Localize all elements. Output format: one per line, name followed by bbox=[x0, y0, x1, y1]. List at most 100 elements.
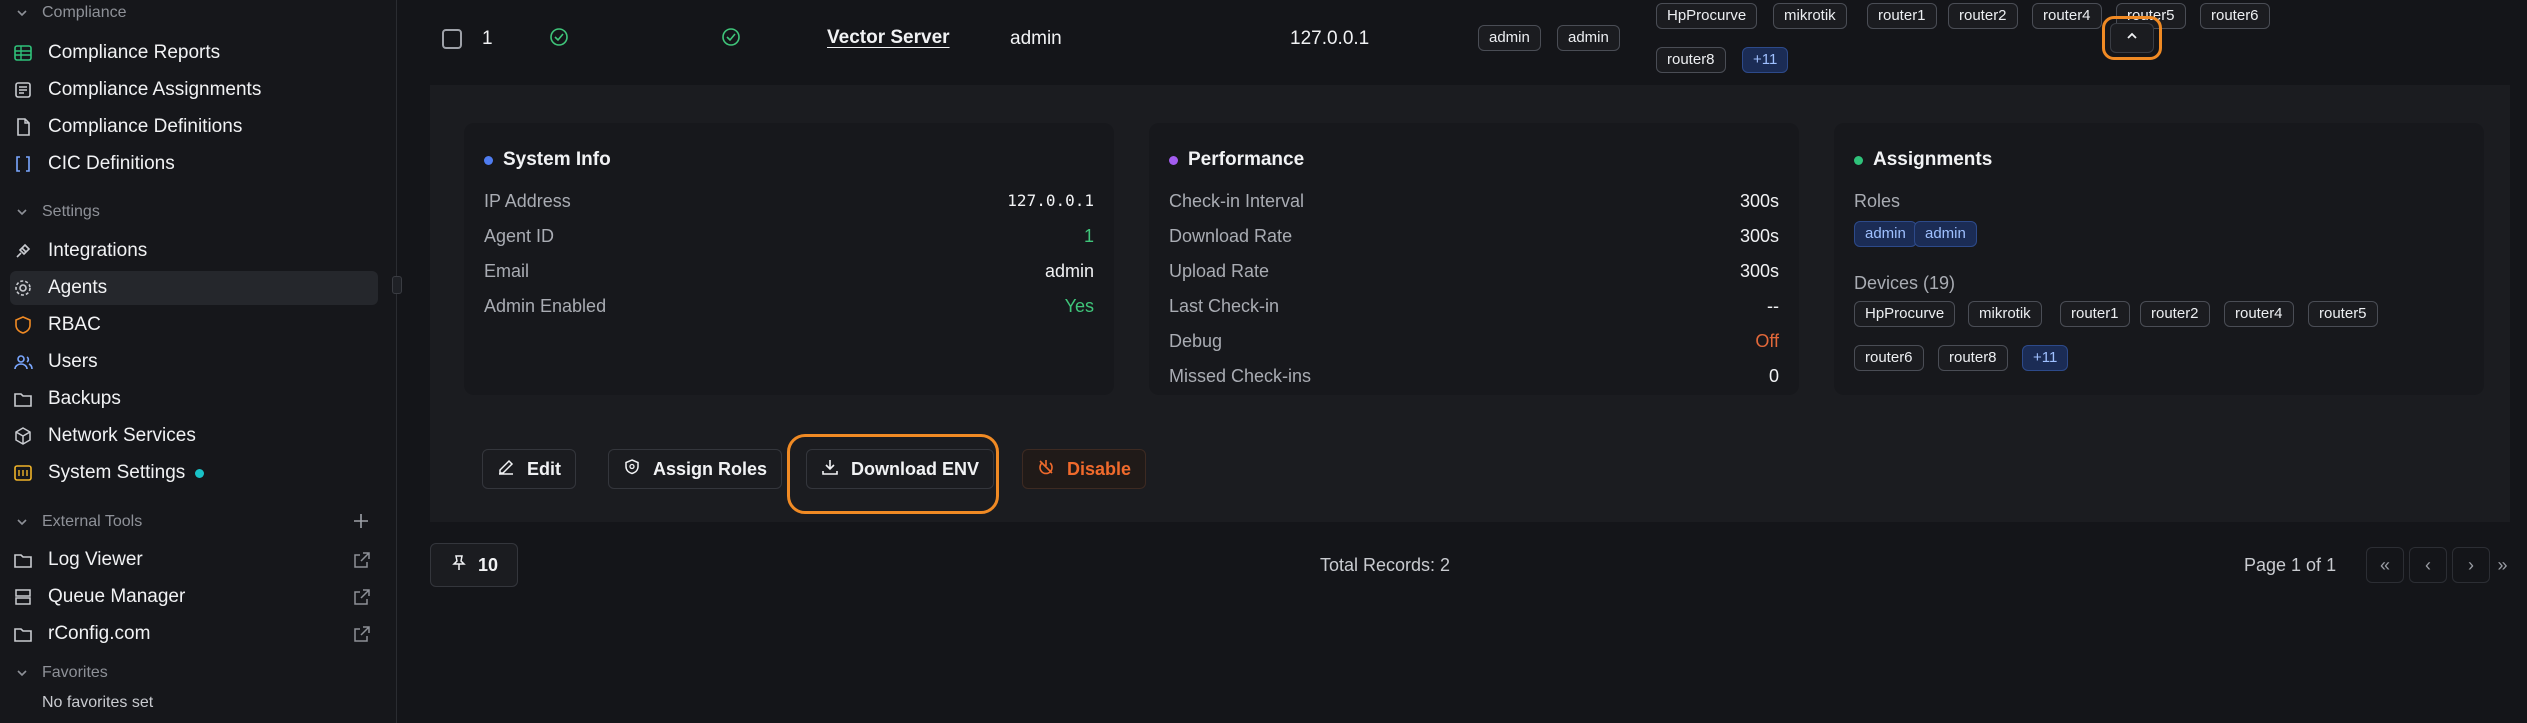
perf-row: Check-in Interval 300s bbox=[1169, 191, 1779, 212]
sidebar-item-users[interactable]: Users bbox=[10, 345, 378, 379]
assignments-card: Assignments Roles admin admin Devices (1… bbox=[1834, 123, 2484, 395]
device-tag: mikrotik bbox=[1968, 301, 2042, 327]
compliance-section-header[interactable]: Compliance bbox=[14, 4, 126, 22]
sidebar-item-compliance-assignments[interactable]: Compliance Assignments bbox=[10, 73, 378, 107]
perf-key: Last Check-in bbox=[1169, 296, 1280, 316]
sidebar-item-label: Log Viewer bbox=[48, 549, 143, 570]
shield-icon bbox=[623, 458, 641, 481]
chevron-down-icon bbox=[14, 665, 30, 681]
info-value: admin bbox=[1044, 261, 1094, 281]
more-devices-badge[interactable]: +11 bbox=[2022, 345, 2069, 371]
settings-section-header[interactable]: Settings bbox=[14, 203, 100, 221]
section-label: Favorites bbox=[42, 664, 108, 681]
external-link-icon[interactable] bbox=[352, 624, 372, 644]
chevron-down-icon bbox=[14, 204, 30, 220]
chevron-down-icon bbox=[14, 5, 30, 21]
edit-label: Edit bbox=[527, 458, 561, 479]
device-tag: router1 bbox=[1867, 3, 1937, 29]
perf-row: Download Rate 300s bbox=[1169, 226, 1779, 247]
role-tag: admin bbox=[1478, 25, 1541, 51]
status-dot bbox=[1169, 155, 1178, 165]
sidebar-resize-handle[interactable] bbox=[392, 276, 402, 294]
section-label: External Tools bbox=[42, 513, 143, 530]
sidebar-item-log-viewer[interactable]: Log Viewer bbox=[10, 543, 378, 577]
sidebar-item-queue-manager[interactable]: Queue Manager bbox=[10, 580, 378, 614]
sidebar-item-compliance-reports[interactable]: Compliance Reports bbox=[10, 36, 378, 70]
collapse-row-button[interactable] bbox=[2110, 23, 2154, 53]
perf-key: Upload Rate bbox=[1169, 261, 1270, 281]
perf-row: Missed Check-ins 0 bbox=[1169, 366, 1779, 387]
sidebar-item-label: Compliance Assignments bbox=[48, 79, 262, 100]
per-page-button[interactable]: 10 bbox=[430, 543, 518, 587]
sidebar-item-cic-definitions[interactable]: CIC Definitions bbox=[10, 147, 378, 181]
system-info-title: System Info bbox=[503, 149, 611, 170]
device-tag: router4 bbox=[2032, 3, 2102, 29]
sidebar-item-integrations[interactable]: Integrations bbox=[10, 234, 378, 268]
agent-ip: 127.0.0.1 bbox=[1290, 28, 1370, 49]
table-footer: 10 Total Records: 2 Page 1 of 1 « ‹ › » bbox=[430, 543, 2510, 587]
sidebar-item-label: Network Services bbox=[48, 425, 196, 446]
next-page-button[interactable]: › bbox=[2452, 547, 2490, 583]
sidebar-item-rbac[interactable]: RBAC bbox=[10, 308, 378, 342]
external-link-icon[interactable] bbox=[352, 550, 372, 570]
section-label: Settings bbox=[42, 203, 100, 220]
agent-email: admin bbox=[1010, 28, 1062, 49]
info-value: 1 bbox=[1083, 226, 1094, 246]
last-page-button[interactable]: » bbox=[2495, 547, 2510, 583]
perf-value: 300s bbox=[1739, 226, 1779, 246]
disable-button[interactable]: Disable bbox=[1022, 449, 1147, 489]
role-tag: admin bbox=[1914, 221, 1977, 247]
device-tag: router2 bbox=[1948, 3, 2018, 29]
status-dot bbox=[195, 468, 205, 478]
device-tag: router1 bbox=[2060, 301, 2130, 327]
info-key: IP Address bbox=[484, 191, 571, 211]
external-tools-section-header[interactable]: External Tools bbox=[14, 513, 142, 531]
sidebar-item-compliance-definitions[interactable]: Compliance Definitions bbox=[10, 110, 378, 144]
perf-key: Check-in Interval bbox=[1169, 191, 1305, 211]
info-value: 127.0.0.1 bbox=[1007, 191, 1094, 210]
download-env-button[interactable]: Download ENV bbox=[806, 449, 995, 489]
perf-row: Debug Off bbox=[1169, 331, 1779, 352]
sidebar-item-backups[interactable]: Backups bbox=[10, 382, 378, 416]
sidebar-item-label: System Settings bbox=[48, 462, 186, 483]
device-tag: router5 bbox=[2308, 301, 2378, 327]
sidebar-item-system-settings[interactable]: System Settings bbox=[10, 456, 378, 490]
status-dot bbox=[484, 155, 493, 165]
sidebar-item-network-services[interactable]: Network Services bbox=[10, 419, 378, 453]
first-page-button[interactable]: « bbox=[2366, 547, 2404, 583]
download-env-label: Download ENV bbox=[851, 458, 980, 479]
device-tag: router6 bbox=[2200, 3, 2270, 29]
sidebar-item-label: Compliance Definitions bbox=[48, 116, 243, 137]
add-external-tool-icon[interactable] bbox=[352, 512, 372, 532]
sidebar-item-label: rConfig.com bbox=[48, 623, 151, 644]
edit-button[interactable]: Edit bbox=[482, 449, 576, 489]
assign-roles-button[interactable]: Assign Roles bbox=[608, 449, 783, 489]
device-tag: mikrotik bbox=[1773, 3, 1847, 29]
favorites-empty-text: No favorites set bbox=[42, 694, 154, 711]
perf-value: 300s bbox=[1739, 261, 1779, 281]
sidebar-item-label: Integrations bbox=[48, 240, 148, 261]
external-link-icon[interactable] bbox=[352, 587, 372, 607]
sidebar-item-rconfig-com[interactable]: rConfig.com bbox=[10, 617, 378, 651]
sidebar-item-label: RBAC bbox=[48, 314, 101, 335]
shield-icon bbox=[12, 314, 34, 336]
role-tag: admin bbox=[1854, 221, 1917, 247]
info-row: Agent ID 1 bbox=[484, 226, 1094, 247]
more-devices-badge[interactable]: +11 bbox=[1742, 47, 1789, 73]
favorites-section-header[interactable]: Favorites bbox=[14, 664, 108, 682]
perf-value: Off bbox=[1755, 331, 1779, 351]
row-checkbox[interactable] bbox=[442, 29, 462, 49]
table-row[interactable]: 1 Vector Server admin 127.0.0.1 admin ad… bbox=[430, 0, 2510, 85]
chevron-up-icon bbox=[2124, 28, 2140, 49]
device-tag: router8 bbox=[1938, 345, 2008, 371]
pin-icon bbox=[450, 554, 468, 577]
sidebar-item-label: CIC Definitions bbox=[48, 153, 175, 174]
sidebar-item-label: Compliance Reports bbox=[48, 42, 221, 63]
perf-row: Last Check-in -- bbox=[1169, 296, 1779, 317]
row-index: 1 bbox=[482, 28, 493, 49]
folder-icon bbox=[12, 388, 34, 410]
prev-page-button[interactable]: ‹ bbox=[2409, 547, 2447, 583]
agent-name-link[interactable]: Vector Server bbox=[827, 27, 950, 49]
sidebar-item-agents[interactable]: Agents bbox=[10, 271, 378, 305]
device-tag: HpProcurve bbox=[1854, 301, 1956, 327]
